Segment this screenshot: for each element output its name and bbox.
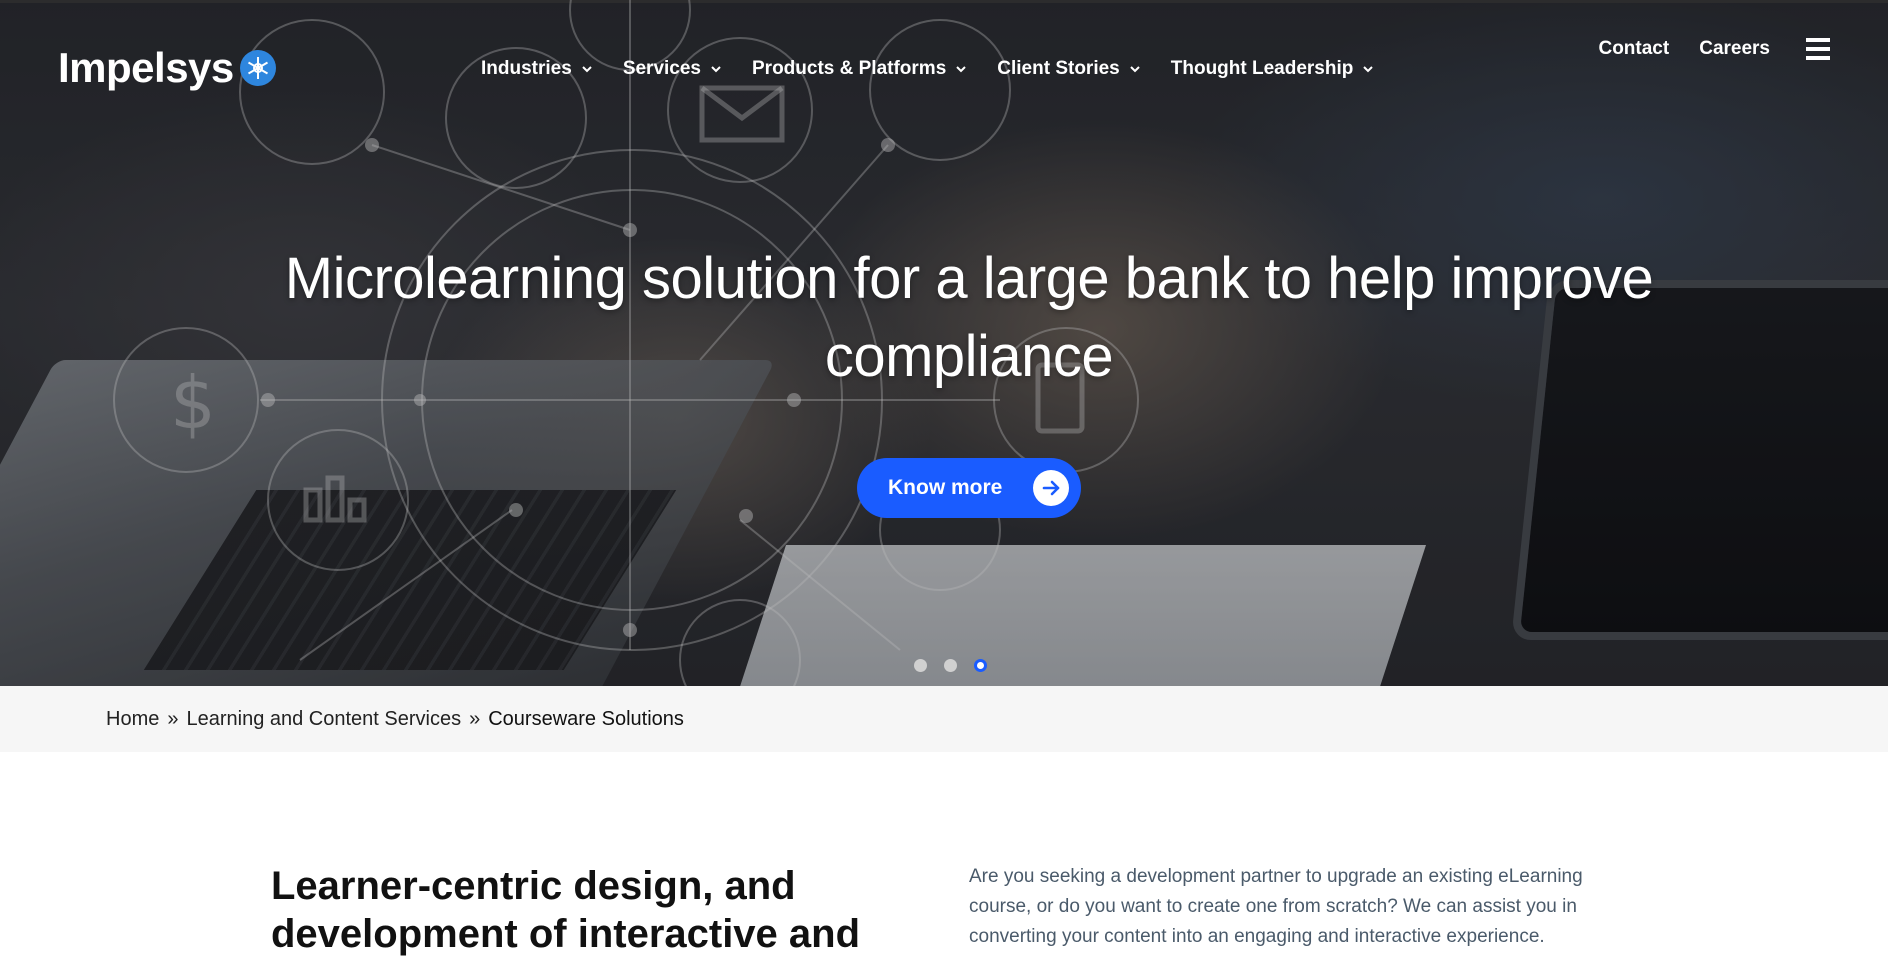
chevron-down-icon	[582, 66, 592, 73]
know-more-button[interactable]: Know more	[857, 458, 1081, 518]
carousel-dots	[914, 659, 1004, 672]
hamburger-menu-icon[interactable]	[1806, 38, 1830, 62]
impelsys-logo[interactable]: Impelsys	[58, 44, 276, 92]
carousel-dot-3-active[interactable]	[974, 659, 987, 672]
nav-industries[interactable]: Industries	[481, 58, 593, 80]
careers-link[interactable]: Careers	[1699, 38, 1770, 60]
nav-label: Industries	[481, 58, 572, 79]
section-heading: Learner-centric design, and development …	[271, 864, 861, 956]
arrow-right-icon	[1033, 470, 1069, 506]
carousel-dot-1[interactable]	[914, 659, 927, 672]
section-intro-text: Are you seeking a development partner to…	[969, 866, 1583, 947]
main-nav: Industries Services Products & Platforms…	[481, 58, 1404, 80]
contact-link[interactable]: Contact	[1598, 38, 1669, 60]
nav-label: Services	[622, 58, 701, 79]
chevron-down-icon	[711, 66, 721, 73]
nav-services[interactable]: Services	[623, 58, 722, 80]
breadcrumb-separator: »	[469, 707, 481, 730]
know-more-label: Know more	[888, 476, 1003, 499]
chevron-down-icon	[956, 66, 966, 73]
nav-products-platforms[interactable]: Products & Platforms	[752, 58, 967, 80]
snowflake-logo-icon	[239, 50, 276, 86]
breadcrumb-learning-content-services[interactable]: Learning and Content Services	[186, 708, 461, 731]
carousel-dot-2[interactable]	[944, 659, 957, 672]
chevron-down-icon	[1363, 66, 1374, 73]
hero-banner: $ Impelsys Industries Services Products …	[0, 0, 1888, 686]
breadcrumb-separator: »	[167, 707, 179, 730]
logo-text: Impelsys	[58, 44, 234, 91]
breadcrumb-current: Courseware Solutions	[488, 707, 684, 730]
nav-label: Client Stories	[997, 58, 1120, 79]
chevron-down-icon	[1130, 66, 1140, 73]
utility-links: Contact Careers	[1568, 38, 1770, 60]
nav-thought-leadership[interactable]: Thought Leadership	[1171, 58, 1375, 80]
nav-label: Thought Leadership	[1170, 58, 1354, 79]
breadcrumb-home[interactable]: Home	[106, 708, 159, 731]
nav-client-stories[interactable]: Client Stories	[997, 58, 1140, 80]
nav-label: Products & Platforms	[752, 58, 947, 79]
breadcrumb: Home » Learning and Content Services » C…	[0, 686, 1888, 752]
hero-title: Microlearning solution for a large bank …	[284, 246, 1654, 389]
